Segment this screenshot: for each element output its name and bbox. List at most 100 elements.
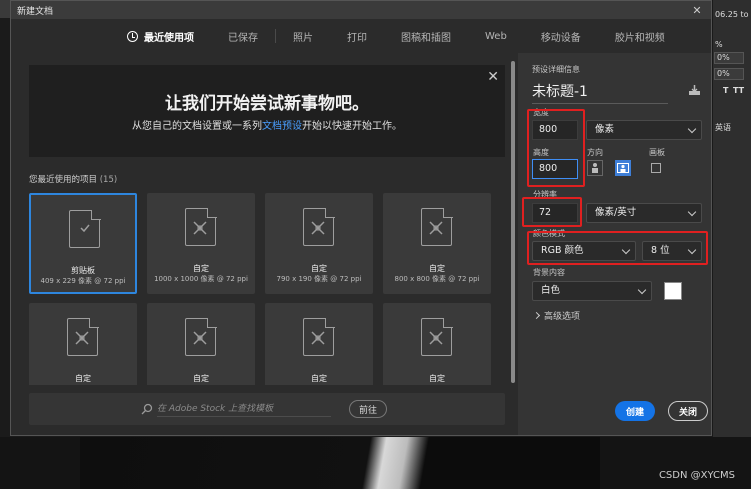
banner-subtitle: 从您自己的文档设置或一系列文档预设开始以快速开始工作。 — [29, 117, 505, 132]
welcome-banner: ✕ 让我们开始尝试新事物吧。 从您自己的文档设置或一系列文档预设开始以快速开始工… — [29, 65, 505, 157]
custom-doc-icon — [185, 207, 217, 246]
preset-details-title: 预设详细信息 — [532, 65, 580, 74]
scrollbar-thumb[interactable] — [511, 61, 515, 383]
preset-card[interactable]: 自定 800 x 800 像素 @ 72 ppi — [383, 193, 491, 294]
recent-items-label: 您最近使用的项目 — [29, 175, 98, 185]
tab-saved[interactable]: 已保存 — [211, 19, 275, 53]
preset-size: 409 x 229 像素 @ 72 ppi — [40, 277, 126, 285]
color-mode-highlight — [527, 231, 708, 265]
chevron-right-icon — [532, 311, 541, 320]
chevron-down-icon — [637, 285, 647, 295]
width-height-highlight — [527, 109, 585, 187]
custom-doc-icon — [185, 317, 217, 356]
custom-doc-icon — [421, 317, 453, 356]
background-properties-panel: 06.25 to % 0% 0% T TT 英语 — [712, 0, 751, 440]
preset-card[interactable]: 自定 — [29, 303, 137, 385]
advanced-options-toggle[interactable]: 高级选项 — [532, 309, 581, 322]
recent-items-count: (15) — [99, 175, 118, 185]
recent-icon — [127, 30, 138, 42]
language-label: 英语 — [715, 123, 731, 132]
create-button[interactable]: 创建 — [615, 401, 655, 421]
landscape-icon — [617, 163, 629, 173]
preset-name: 自定 — [193, 264, 209, 273]
save-preset-icon[interactable] — [688, 85, 701, 96]
chevron-down-icon — [687, 207, 697, 217]
preset-card[interactable]: 自定 1000 x 1000 像素 @ 72 ppi — [147, 193, 255, 294]
resolution-unit-value: 像素/英寸 — [595, 207, 637, 218]
clipboard-check-icon — [69, 209, 101, 248]
custom-doc-icon — [303, 207, 335, 246]
preset-grid: 剪贴板 409 x 229 像素 @ 72 ppi 自定 1000 x 1000… — [29, 193, 505, 385]
stock-search-input[interactable] — [157, 401, 331, 417]
width-unit-select[interactable]: 像素 — [586, 120, 702, 140]
tab-photo[interactable]: 照片 — [276, 19, 330, 53]
zoom-readout: 06.25 to — [715, 10, 749, 19]
dialog-title: 新建文档 — [17, 6, 54, 17]
advanced-options-label: 高级选项 — [544, 312, 581, 322]
preset-name: 自定 — [311, 264, 327, 273]
preset-card[interactable]: 自定 — [147, 303, 255, 385]
tab-web-label: Web — [485, 30, 507, 42]
preset-details-panel: 预设详细信息 未标题-1 宽度 800 像素 高度 800 方向 画板 分辨率 … — [518, 53, 711, 435]
close-button[interactable]: 关闭 — [668, 401, 708, 421]
search-icon — [141, 403, 153, 415]
document-name-field[interactable]: 未标题-1 — [532, 81, 668, 104]
dialog-close-icon[interactable]: ✕ — [683, 1, 711, 19]
preset-scrollbar[interactable] — [510, 61, 516, 431]
artboard-label: 画板 — [649, 148, 665, 157]
tab-art-label: 图稿和插图 — [401, 32, 451, 44]
preset-size: 1000 x 1000 像素 @ 72 ppi — [154, 275, 248, 283]
tab-art-illustration[interactable]: 图稿和插图 — [384, 19, 468, 53]
tab-print-label: 打印 — [347, 32, 367, 44]
document-presets-link[interactable]: 文档预设 — [262, 121, 302, 132]
new-document-dialog: 新建文档 ✕ 最近使用项 已保存 照片 打印 图稿和插图 Web 移动设备 胶片… — [10, 0, 712, 436]
preset-card[interactable]: 自定 790 x 190 像素 @ 72 ppi — [265, 193, 373, 294]
goto-button[interactable]: 前往 — [349, 400, 387, 418]
background-canvas-photo — [80, 437, 600, 489]
tab-recent[interactable]: 最近使用项 — [113, 19, 211, 53]
landscape-orientation-button[interactable] — [615, 160, 631, 176]
tab-mobile[interactable]: 移动设备 — [524, 19, 598, 53]
banner-close-icon[interactable]: ✕ — [487, 69, 499, 85]
percent-field[interactable]: 0% — [714, 52, 744, 64]
artboard-checkbox[interactable] — [651, 163, 661, 173]
tab-print[interactable]: 打印 — [330, 19, 384, 53]
banner-title: 让我们开始尝试新事物吧。 — [165, 94, 369, 114]
background-content-select[interactable]: 白色 — [532, 281, 652, 301]
dialog-titlebar: 新建文档 — [11, 1, 711, 19]
stock-search-bar: 前往 — [29, 393, 505, 425]
text-style-t[interactable]: T — [723, 86, 728, 95]
tab-mobile-label: 移动设备 — [540, 32, 581, 44]
banner-subtitle-post: 开始以快速开始工作。 — [302, 121, 402, 132]
text-style-tt[interactable]: TT — [733, 86, 744, 95]
preset-card[interactable]: 自定 — [265, 303, 373, 385]
preset-tabs: 最近使用项 已保存 照片 打印 图稿和插图 Web 移动设备 胶片和视频 — [11, 19, 711, 53]
orientation-label: 方向 — [587, 148, 603, 157]
background-content-value: 白色 — [541, 285, 561, 296]
background-content-label: 背景内容 — [533, 268, 565, 277]
preset-name: 自定 — [311, 374, 327, 383]
tab-saved-label: 已保存 — [228, 32, 258, 44]
custom-doc-icon — [303, 317, 335, 356]
preset-card-clipboard[interactable]: 剪贴板 409 x 229 像素 @ 72 ppi — [29, 193, 137, 294]
preset-size: 800 x 800 像素 @ 72 ppi — [394, 275, 480, 283]
chevron-down-icon — [687, 124, 697, 134]
background-color-swatch[interactable] — [664, 282, 682, 300]
preset-name: 自定 — [193, 374, 209, 383]
custom-doc-icon — [421, 207, 453, 246]
preset-size: 790 x 190 像素 @ 72 ppi — [276, 275, 362, 283]
preset-name: 自定 — [429, 374, 445, 383]
preset-name: 自定 — [75, 374, 91, 383]
preset-card[interactable]: 自定 — [383, 303, 491, 385]
tab-film-video[interactable]: 胶片和视频 — [598, 19, 682, 53]
tab-web[interactable]: Web — [468, 19, 524, 53]
preset-name: 剪贴板 — [71, 266, 95, 275]
custom-doc-icon — [67, 317, 99, 356]
percent-readout: % — [715, 40, 723, 49]
resolution-highlight — [522, 197, 582, 227]
tab-recent-label: 最近使用项 — [144, 32, 194, 44]
preset-name: 自定 — [429, 264, 445, 273]
resolution-unit-select[interactable]: 像素/英寸 — [586, 203, 702, 223]
portrait-orientation-button[interactable] — [587, 160, 603, 176]
percent-field[interactable]: 0% — [714, 68, 744, 80]
